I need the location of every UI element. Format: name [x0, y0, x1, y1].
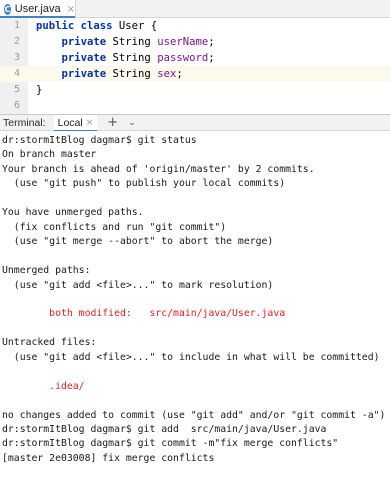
terminal-line: dr:stormItBlog dagmar$ git add src/main/… [2, 424, 327, 435]
terminal-line: On branch master [2, 149, 97, 161]
code-token: ; [176, 68, 183, 80]
code-editor[interactable]: 1 public class User {2 private String use… [0, 18, 390, 114]
terminal-line: You have unmerged paths. [2, 207, 144, 219]
close-icon[interactable]: × [67, 4, 75, 15]
editor-tab-bar: C User.java × [0, 0, 390, 19]
terminal-output[interactable]: dr:stormItBlog dagmar$ git status On bran… [0, 131, 390, 482]
code-token: User { [118, 20, 158, 32]
code-token: userName [157, 36, 209, 48]
terminal-line: .idea/ [2, 380, 85, 392]
code-line[interactable]: 1 public class User { [0, 18, 390, 34]
editor-tab-user-java[interactable]: C User.java × [0, 0, 76, 19]
code-token: private [36, 36, 113, 48]
terminal-line: (use "git add <file>..." to include in w… [2, 351, 380, 363]
code-token: private [36, 68, 113, 80]
code-token: String [112, 36, 158, 48]
terminal-line: no changes added to commit (use "git add… [2, 409, 386, 421]
line-number: 5 [13, 84, 20, 95]
line-number: 4 [13, 68, 20, 79]
code-text: private String userName; [36, 34, 215, 50]
editor-tab-label: User.java [14, 3, 61, 15]
code-token: ; [208, 52, 215, 64]
terminal-line: Untracked files: [2, 337, 97, 349]
terminal-tab-label: Local [57, 116, 83, 129]
terminal-line: dr:stormItBlog dagmar$ git status [2, 135, 197, 146]
code-line[interactable]: 6 [0, 98, 390, 114]
code-text: public class User { [36, 18, 157, 34]
line-number: 3 [13, 52, 20, 63]
terminal-tab-local[interactable]: Local × [53, 114, 98, 132]
terminal-line: Unmerged paths: [2, 265, 91, 277]
code-line[interactable]: 3 private String password; [0, 50, 390, 66]
terminal-line: Your branch is ahead of 'origin/master' … [2, 163, 315, 175]
line-number: 6 [13, 100, 20, 111]
code-token: ; [208, 36, 215, 48]
terminal-header: Terminal: Local × + ⌄ [0, 114, 390, 132]
code-text: private String password; [36, 50, 215, 66]
code-text: private String sex; [36, 66, 183, 82]
c-class-icon: C [4, 3, 11, 15]
code-token: } [36, 84, 43, 96]
close-icon[interactable]: × [86, 118, 94, 128]
code-line[interactable]: 4 private String sex; [0, 66, 390, 82]
code-token: String [112, 52, 158, 64]
code-token: String [112, 68, 158, 80]
terminal-line: (use "git merge --abort" to abort the me… [2, 236, 274, 248]
code-token: private [36, 52, 113, 64]
code-token: public class [36, 20, 119, 32]
terminal-line: (use "git add <file>..." to mark resolut… [2, 279, 274, 291]
chevron-down-icon[interactable]: ⌄ [128, 118, 136, 128]
terminal-line: both modified: src/main/java/User.java [2, 308, 286, 320]
line-number: 1 [13, 20, 20, 31]
code-line[interactable]: 5} [0, 82, 390, 98]
add-icon[interactable]: + [107, 115, 118, 130]
code-token: sex [157, 68, 177, 80]
terminal-line: (fix conflicts and run "git commit") [2, 221, 227, 233]
code-token: password [157, 52, 209, 64]
code-line[interactable]: 2 private String userName; [0, 34, 390, 50]
terminal-line: dr:stormItBlog dagmar$ git commit -m"fix… [2, 438, 339, 450]
terminal-title: Terminal: [3, 116, 46, 129]
terminal-line: (use "git push" to publish your local co… [2, 178, 286, 190]
code-text: } [36, 82, 42, 98]
line-number: 2 [13, 36, 20, 47]
terminal-line: [master 2e03008] fix merge conflicts [2, 452, 215, 464]
